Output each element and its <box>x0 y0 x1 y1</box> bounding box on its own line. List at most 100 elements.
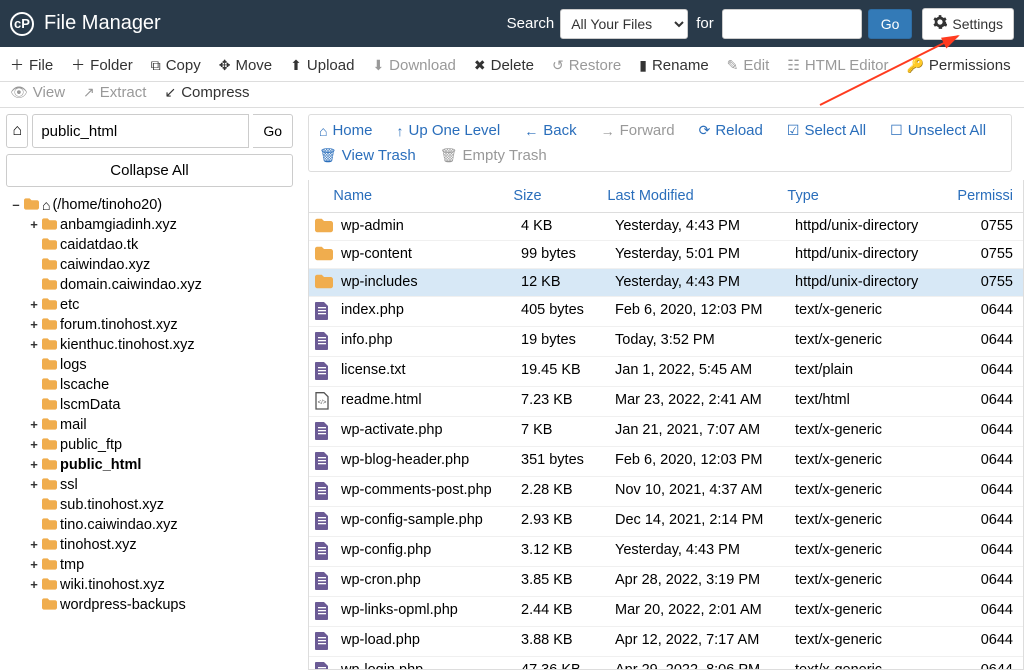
tree-item[interactable]: lscmData <box>24 395 293 415</box>
view-button[interactable]: 👁View <box>10 84 65 101</box>
table-row[interactable]: wp-includes12 KBYesterday, 4:43 PMhttpd/… <box>309 269 1023 297</box>
col-permissions[interactable]: Permissi <box>951 180 1023 212</box>
table-row[interactable]: info.php19 bytesToday, 3:52 PMtext/x-gen… <box>309 327 1023 357</box>
tree-item[interactable]: +kienthuc.tinohost.xyz <box>24 335 293 355</box>
new-file-button[interactable]: ＋File <box>10 55 53 75</box>
restore-button[interactable]: ↺Restore <box>552 57 621 74</box>
tree-root[interactable]: – ⌂ (/home/tinoho20) <box>10 195 293 215</box>
table-row[interactable]: wp-admin4 KBYesterday, 4:43 PMhttpd/unix… <box>309 213 1023 241</box>
expander-icon[interactable]: + <box>28 295 40 315</box>
tree-item[interactable]: caiwindao.xyz <box>24 255 293 275</box>
tree-item[interactable]: +etc <box>24 295 293 315</box>
tree-item[interactable]: +mail <box>24 415 293 435</box>
expander-icon[interactable] <box>28 595 40 615</box>
tree-item[interactable]: +public_ftp <box>24 435 293 455</box>
tree-item[interactable]: tino.caiwindao.xyz <box>24 515 293 535</box>
copy-button[interactable]: ⧉Copy <box>151 57 201 74</box>
cell-perm: 0755 <box>959 269 1023 296</box>
table-row[interactable]: index.php405 bytesFeb 6, 2020, 12:03 PMt… <box>309 297 1023 327</box>
expander-icon[interactable]: + <box>28 435 40 455</box>
nav-home-button[interactable]: ⌂Home <box>319 122 372 139</box>
tree-item[interactable]: logs <box>24 355 293 375</box>
col-size[interactable]: Size <box>507 180 601 212</box>
delete-button[interactable]: ✖Delete <box>474 57 534 74</box>
expander-icon[interactable]: + <box>28 315 40 335</box>
expander-icon[interactable]: + <box>28 415 40 435</box>
new-folder-button[interactable]: ＋Folder <box>71 55 133 75</box>
expander-icon[interactable]: + <box>28 555 40 575</box>
expander-icon[interactable]: + <box>28 575 40 595</box>
upload-button[interactable]: ⬆Upload <box>290 57 354 74</box>
nav-reload-button[interactable]: ⟳Reload <box>699 122 763 139</box>
tree-item[interactable]: sub.tinohost.xyz <box>24 495 293 515</box>
empty-trash-button[interactable]: 🗑Empty Trash <box>440 147 547 164</box>
expander-icon[interactable] <box>28 375 40 395</box>
table-row[interactable]: wp-cron.php3.85 KBApr 28, 2022, 3:19 PMt… <box>309 567 1023 597</box>
path-go-button[interactable]: Go <box>253 114 293 148</box>
tree-item[interactable]: +tinohost.xyz <box>24 535 293 555</box>
expander-icon[interactable]: + <box>28 535 40 555</box>
col-type[interactable]: Type <box>781 180 951 212</box>
expander-icon[interactable] <box>28 515 40 535</box>
tree-item[interactable]: wordpress-backups <box>24 595 293 615</box>
html-editor-button[interactable]: ☷HTML Editor <box>787 57 888 74</box>
tree-item[interactable]: caidatdao.tk <box>24 235 293 255</box>
col-modified[interactable]: Last Modified <box>601 180 781 212</box>
table-row[interactable]: wp-login.php47.36 KBApr 29, 2022, 8:06 P… <box>309 657 1023 670</box>
settings-button[interactable]: Settings <box>922 8 1014 40</box>
home-icon: ⌂ <box>12 122 22 140</box>
expander-icon[interactable]: – <box>10 195 22 215</box>
table-row[interactable]: wp-links-opml.php2.44 KBMar 20, 2022, 2:… <box>309 597 1023 627</box>
tree-item[interactable]: lscache <box>24 375 293 395</box>
table-row[interactable]: wp-config-sample.php2.93 KBDec 14, 2021,… <box>309 507 1023 537</box>
expander-icon[interactable] <box>28 275 40 295</box>
tree-item[interactable]: +wiki.tinohost.xyz <box>24 575 293 595</box>
table-row[interactable]: wp-config.php3.12 KBYesterday, 4:43 PMte… <box>309 537 1023 567</box>
col-name[interactable]: Name <box>327 180 507 212</box>
tree-item[interactable]: domain.caiwindao.xyz <box>24 275 293 295</box>
path-input[interactable] <box>32 114 249 148</box>
table-row[interactable]: wp-content99 bytesYesterday, 5:01 PMhttp… <box>309 241 1023 269</box>
tree-item[interactable]: +public_html <box>24 455 293 475</box>
table-row[interactable]: </>readme.html7.23 KBMar 23, 2022, 2:41 … <box>309 387 1023 417</box>
extract-button[interactable]: ↗Extract <box>83 84 146 101</box>
permissions-button[interactable]: 🔑Permissions <box>906 57 1010 74</box>
table-row[interactable]: wp-blog-header.php351 bytesFeb 6, 2020, … <box>309 447 1023 477</box>
table-row[interactable]: wp-activate.php7 KBJan 21, 2021, 7:07 AM… <box>309 417 1023 447</box>
edit-button[interactable]: ✎Edit <box>727 57 770 74</box>
tree-item[interactable]: +ssl <box>24 475 293 495</box>
download-button[interactable]: ⬇Download <box>372 57 455 74</box>
view-trash-button[interactable]: 🗑View Trash <box>319 147 416 164</box>
expander-icon[interactable] <box>28 395 40 415</box>
file-list[interactable]: Name Size Last Modified Type Permissi wp… <box>308 180 1024 670</box>
unselect-all-button[interactable]: ☐Unselect All <box>890 122 986 139</box>
expander-icon[interactable]: + <box>28 455 40 475</box>
search-input[interactable] <box>722 9 862 39</box>
search-go-button[interactable]: Go <box>868 9 913 39</box>
table-row[interactable]: license.txt19.45 KBJan 1, 2022, 5:45 AMt… <box>309 357 1023 387</box>
table-row[interactable]: wp-comments-post.php2.28 KBNov 10, 2021,… <box>309 477 1023 507</box>
tree-item-label: tmp <box>60 555 84 575</box>
home-path-button[interactable]: ⌂ <box>6 114 28 148</box>
nav-up-button[interactable]: ↑Up One Level <box>396 122 500 139</box>
nav-forward-button[interactable]: →Forward <box>601 122 675 139</box>
expander-icon[interactable] <box>28 255 40 275</box>
table-row[interactable]: wp-load.php3.88 KBApr 12, 2022, 7:17 AMt… <box>309 627 1023 657</box>
tree-item[interactable]: + tmp <box>24 555 293 575</box>
compress-button[interactable]: ↙Compress <box>164 84 249 101</box>
nav-back-button[interactable]: ←Back <box>524 122 576 139</box>
expander-icon[interactable] <box>28 235 40 255</box>
search-scope-select[interactable]: All Your Files <box>560 9 688 39</box>
expander-icon[interactable]: + <box>28 475 40 495</box>
collapse-all-button[interactable]: Collapse All <box>6 154 293 187</box>
expander-icon[interactable] <box>28 495 40 515</box>
cell-perm: 0644 <box>959 417 1023 446</box>
expander-icon[interactable] <box>28 355 40 375</box>
rename-button[interactable]: ▮Rename <box>639 57 708 74</box>
expander-icon[interactable]: + <box>28 335 40 355</box>
move-button[interactable]: ✥Move <box>219 57 272 74</box>
tree-item[interactable]: +anbamgiadinh.xyz <box>24 215 293 235</box>
select-all-button[interactable]: ☑Select All <box>787 122 866 139</box>
expander-icon[interactable]: + <box>28 215 40 235</box>
tree-item[interactable]: +forum.tinohost.xyz <box>24 315 293 335</box>
